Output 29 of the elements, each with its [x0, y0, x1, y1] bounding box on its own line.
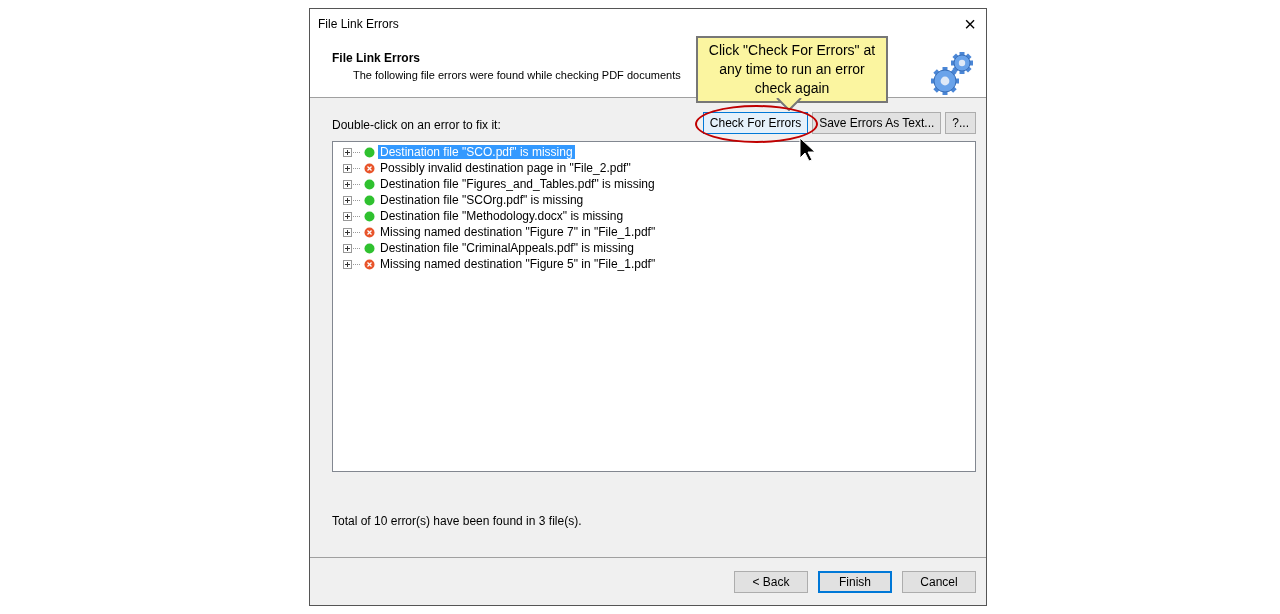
- expand-icon[interactable]: [343, 195, 361, 205]
- expand-icon[interactable]: [343, 243, 361, 253]
- header-title: File Link Errors: [332, 50, 422, 67]
- error-item[interactable]: Missing named destination "Figure 7" in "File_1.pdf": [378, 225, 658, 239]
- instruction-text: Double-click on an error to fix it:: [332, 117, 501, 134]
- dialog-button[interactable]: Cancel: [902, 570, 976, 593]
- error-item[interactable]: Destination file "Figures_and_Tables.pdf" is missing: [378, 177, 657, 191]
- error-item[interactable]: Destination file "Methodology.docx" is missing: [378, 209, 626, 223]
- expand-icon[interactable]: [343, 259, 361, 269]
- dialog-button[interactable]: < Back: [734, 570, 808, 593]
- callout-tooltip: Click "Check For Errors" at any time to run an error check again: [696, 36, 888, 103]
- toolbar-button[interactable]: Check For Errors: [702, 112, 809, 134]
- expand-icon[interactable]: [343, 179, 361, 189]
- expand-icon[interactable]: [343, 211, 361, 221]
- error-item[interactable]: Possibly invalid destination page in "File_2.pdf": [378, 161, 633, 175]
- window-title: File Link Errors: [318, 16, 399, 33]
- summary-text: Total of 10 error(s) have been found in 3 file(s).: [332, 513, 583, 530]
- header-subtitle: The following file errors were found while checking PDF documents: [352, 68, 681, 83]
- expand-icon[interactable]: [343, 147, 361, 157]
- close-button[interactable]: ×: [962, 14, 978, 34]
- error-item[interactable]: Destination file "CriminalAppeals.pdf" is missing: [378, 241, 636, 255]
- dialog-button[interactable]: Finish: [818, 570, 892, 593]
- callout-pointer: [776, 98, 802, 111]
- expand-icon[interactable]: [343, 163, 361, 173]
- error-item[interactable]: Destination file "SCOrg.pdf" is missing: [378, 193, 586, 207]
- error-item[interactable]: Missing named destination "Figure 5" in "File_1.pdf": [378, 257, 658, 271]
- toolbar-button[interactable]: Save Errors As Text...: [812, 112, 942, 134]
- toolbar-button[interactable]: ?...: [945, 112, 976, 134]
- expand-icon[interactable]: [343, 227, 361, 237]
